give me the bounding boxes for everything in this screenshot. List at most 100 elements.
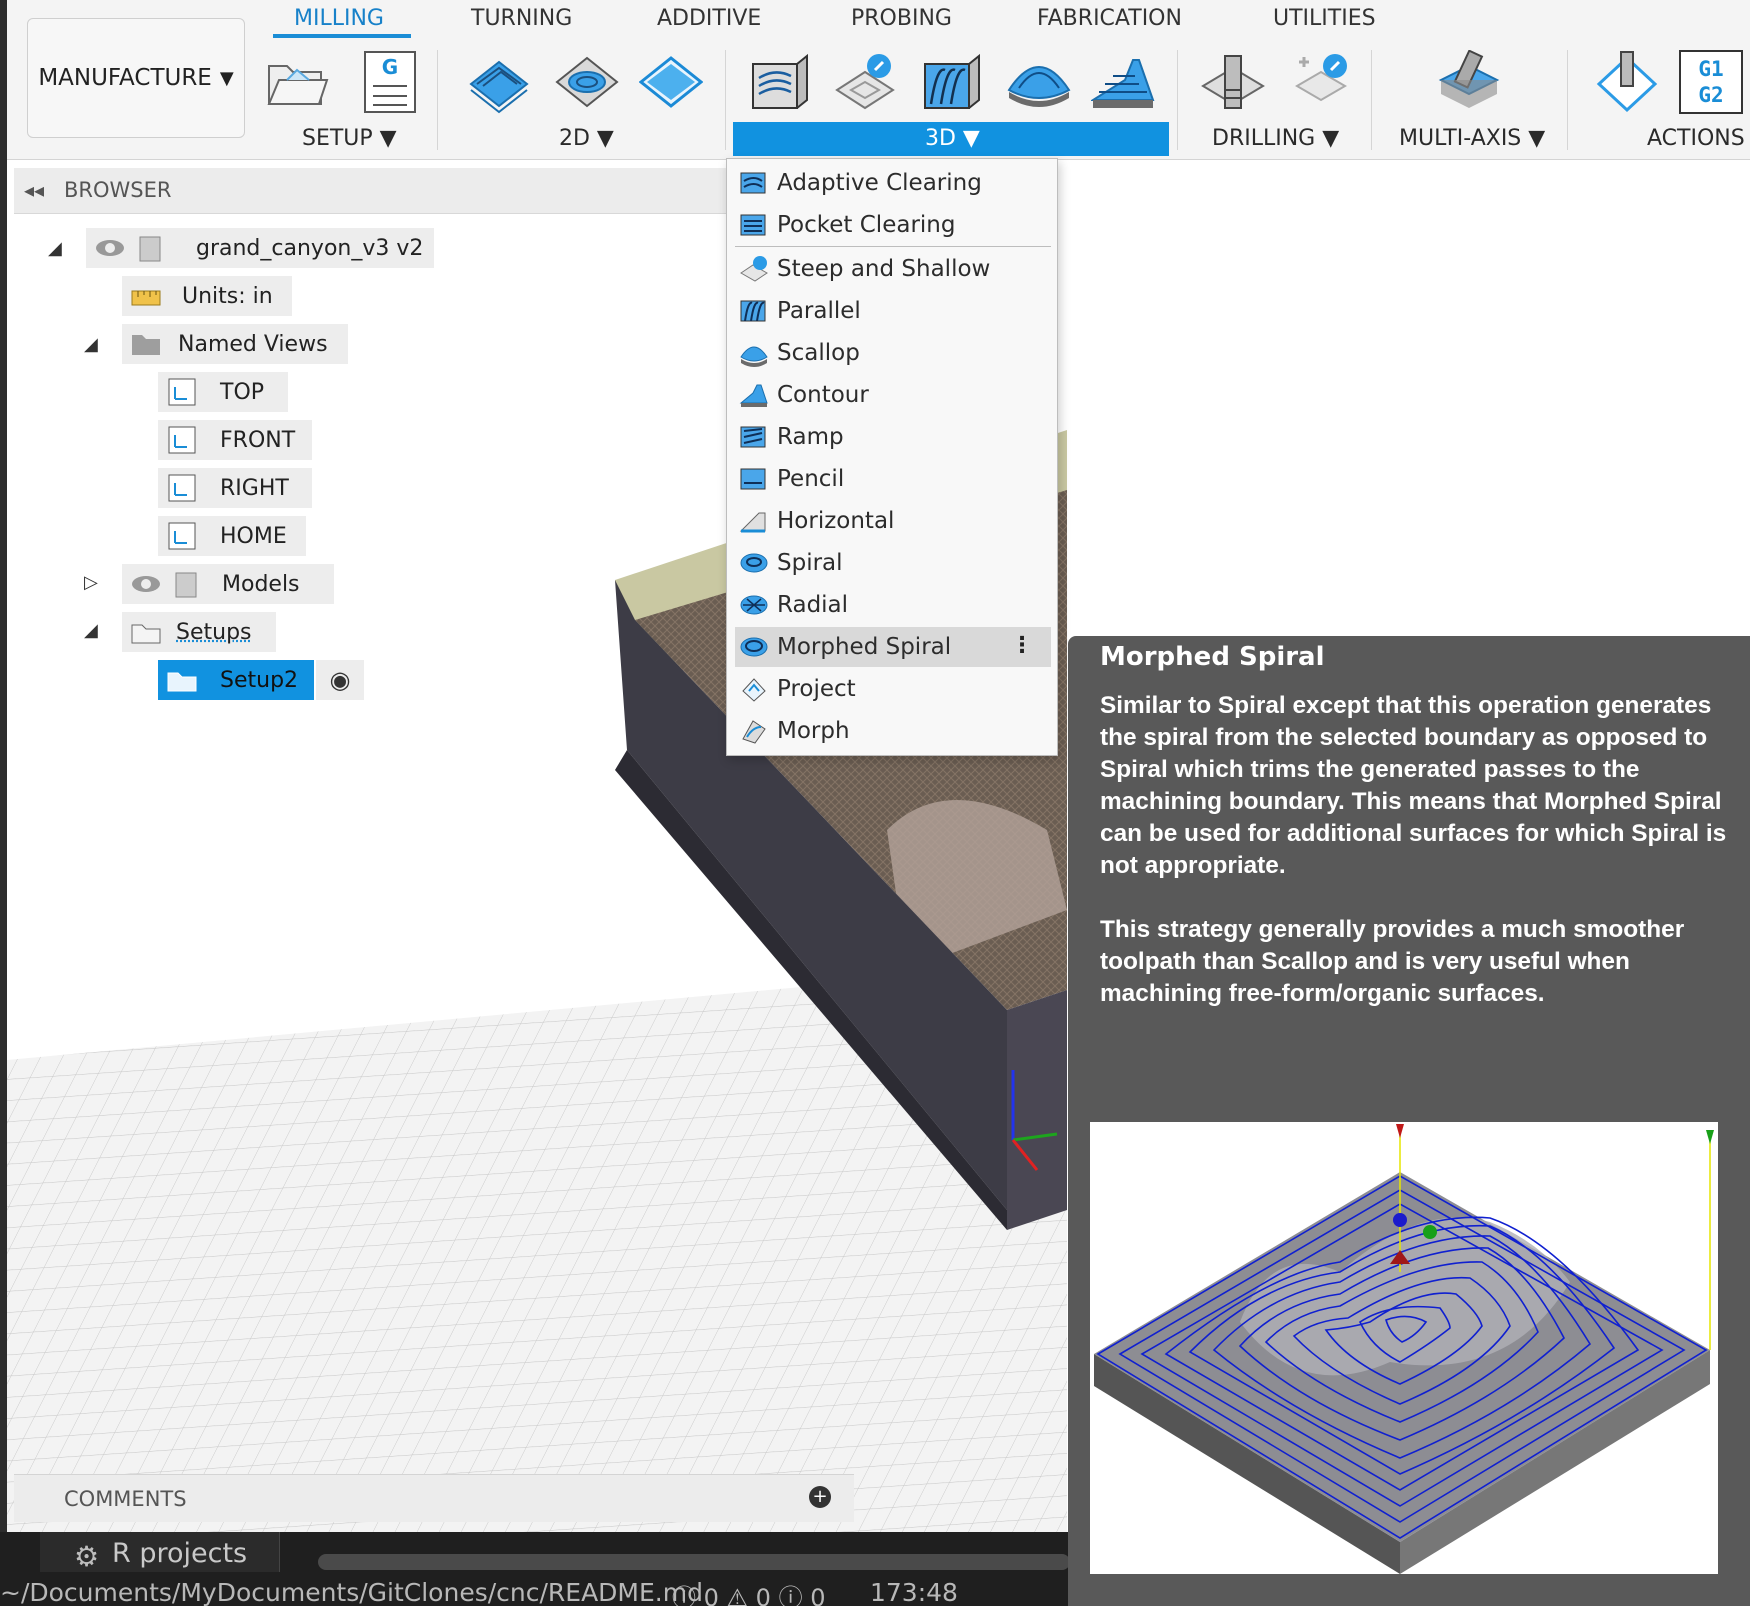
menu-item-label: Pocket Clearing [777, 212, 955, 238]
group-drilling-text: DRILLING [1212, 126, 1315, 151]
gear-icon[interactable]: ⚙ [74, 1540, 99, 1573]
eye-icon[interactable] [130, 569, 162, 599]
scallop-icon [739, 339, 769, 367]
browser-title: BROWSER [64, 178, 171, 202]
editor-status-area: ⚙ R projects ~/Documents/MyDocuments/Git… [0, 1532, 1070, 1606]
named-views-label: Named Views [178, 332, 328, 357]
problems-counter[interactable]: ⓘ 0 ⚠ 0 ⓘ 0 [672, 1578, 825, 1606]
post-process-icon[interactable]: G1 G2 [1679, 50, 1743, 114]
3d-adaptive-icon[interactable] [747, 50, 811, 114]
group-3d-label[interactable]: 3D ▼ [925, 126, 980, 151]
tab-milling[interactable]: MILLING [294, 6, 384, 31]
menu-item-label: Parallel [777, 298, 861, 324]
group-setup-label[interactable]: SETUP ▼ [302, 126, 397, 151]
group-drilling-label[interactable]: DRILLING ▼ [1212, 126, 1339, 151]
menu-item-steep-and-shallow[interactable]: Steep and Shallow [735, 249, 1051, 289]
workspace-switcher[interactable]: MANUFACTURE ▼ [27, 18, 245, 138]
collapse-arrow-icon[interactable]: ◢ [48, 238, 62, 259]
eye-icon[interactable] [94, 233, 126, 263]
setup-folder-icon[interactable] [265, 50, 329, 114]
tree-root[interactable]: grand_canyon_v3 v2 [86, 228, 434, 268]
steep-shallow-icon[interactable] [833, 50, 897, 114]
named-view-icon [166, 425, 198, 455]
menu-item-radial[interactable]: Radial [735, 585, 1051, 625]
menu-item-spiral[interactable]: Spiral [735, 543, 1051, 583]
browser-header[interactable]: ◂◂ BROWSER [14, 168, 734, 214]
setup2-item[interactable]: Setup2 [158, 660, 314, 700]
menu-item-ramp[interactable]: Ramp [735, 417, 1051, 457]
tab-additive[interactable]: ADDITIVE [657, 6, 761, 31]
separator [437, 50, 438, 150]
group-3d-text: 3D [925, 126, 956, 151]
menu-item-morphed-spiral[interactable]: Morphed Spiral ⋮ [735, 627, 1051, 667]
2d-adaptive-icon[interactable] [467, 50, 531, 114]
view-label: RIGHT [220, 476, 289, 501]
tab-turning[interactable]: TURNING [471, 6, 572, 31]
setups-label: Setups [176, 620, 252, 645]
group-2d-text: 2D [559, 126, 590, 151]
tab-fabrication[interactable]: FABRICATION [1037, 6, 1182, 31]
nc-program-icon[interactable]: G [357, 50, 421, 114]
menu-item-label: Pencil [777, 466, 844, 492]
expand-arrow-icon[interactable]: ▷ [84, 572, 98, 593]
menu-item-contour[interactable]: Contour [735, 375, 1051, 415]
menu-item-label: Ramp [777, 424, 844, 450]
scallop-icon[interactable] [1007, 50, 1071, 114]
separator [1177, 50, 1178, 150]
menu-item-project[interactable]: Project [735, 669, 1051, 709]
probe-icon[interactable] [1289, 50, 1353, 114]
comments-panel[interactable]: COMMENTS + [14, 1474, 854, 1522]
toolpath-preview-image [1090, 1122, 1718, 1574]
view-label: HOME [220, 524, 287, 549]
cursor-position[interactable]: 173:48 [870, 1578, 958, 1606]
menu-item-label: Horizontal [777, 508, 894, 534]
tab-probing[interactable]: PROBING [851, 6, 952, 31]
menu-item-pencil[interactable]: Pencil [735, 459, 1051, 499]
group-multi-axis-label[interactable]: MULTI-AXIS ▼ [1399, 126, 1545, 151]
view-label: TOP [220, 380, 264, 405]
menu-item-label: Contour [777, 382, 869, 408]
drill-icon[interactable] [1201, 50, 1265, 114]
workspace-label: MANUFACTURE [38, 65, 212, 91]
named-view-icon [166, 377, 198, 407]
group-2d-label[interactable]: 2D ▼ [559, 126, 614, 151]
activate-radio[interactable]: ◉ [316, 660, 364, 700]
named-views-folder[interactable]: Named Views [122, 324, 348, 364]
view-item-right[interactable]: RIGHT [158, 468, 312, 508]
models-label: Models [222, 572, 300, 597]
folder-icon [130, 329, 162, 359]
menu-item-label: Scallop [777, 340, 860, 366]
tooltip-body: Similar to Spiral except that this opera… [1100, 690, 1730, 1010]
menu-item-morph[interactable]: Morph [735, 711, 1051, 751]
models-item[interactable]: Models [122, 564, 334, 604]
menu-item-parallel[interactable]: Parallel [735, 291, 1051, 331]
view-item-home[interactable]: HOME [158, 516, 306, 556]
ramp-icon [739, 423, 769, 451]
group-actions-text: ACTIONS [1647, 126, 1745, 151]
collapse-icon[interactable]: ◂◂ [24, 178, 44, 202]
face-icon[interactable] [639, 50, 703, 114]
units-item[interactable]: Units: in [122, 276, 292, 316]
parallel-icon[interactable] [919, 50, 983, 114]
tab-utilities[interactable]: UTILITIES [1273, 6, 1376, 31]
add-comment-icon[interactable]: + [809, 1486, 831, 1508]
group-actions-label[interactable]: ACTIONS ▼ [1647, 126, 1750, 151]
scrollbar[interactable] [318, 1554, 1070, 1570]
view-item-front[interactable]: FRONT [158, 420, 312, 460]
multi-axis-icon[interactable] [1437, 50, 1501, 114]
setups-folder[interactable]: Setups [122, 612, 276, 652]
menu-item-scallop[interactable]: Scallop [735, 333, 1051, 373]
simulate-icon[interactable] [1595, 50, 1659, 114]
collapse-arrow-icon[interactable]: ◢ [84, 334, 98, 355]
2d-pocket-icon[interactable] [555, 50, 619, 114]
contour-icon[interactable] [1091, 50, 1155, 114]
component-icon [134, 233, 166, 263]
menu-item-adaptive-clearing[interactable]: Adaptive Clearing [735, 163, 1051, 203]
collapse-arrow-icon[interactable]: ◢ [84, 620, 98, 641]
spiral-icon [739, 549, 769, 577]
menu-item-pocket-clearing[interactable]: Pocket Clearing [735, 205, 1051, 245]
more-options-icon[interactable]: ⋮ [1011, 633, 1033, 658]
view-item-top[interactable]: TOP [158, 372, 288, 412]
radio-selected-icon[interactable]: ◉ [330, 666, 351, 694]
menu-item-horizontal[interactable]: Horizontal [735, 501, 1051, 541]
